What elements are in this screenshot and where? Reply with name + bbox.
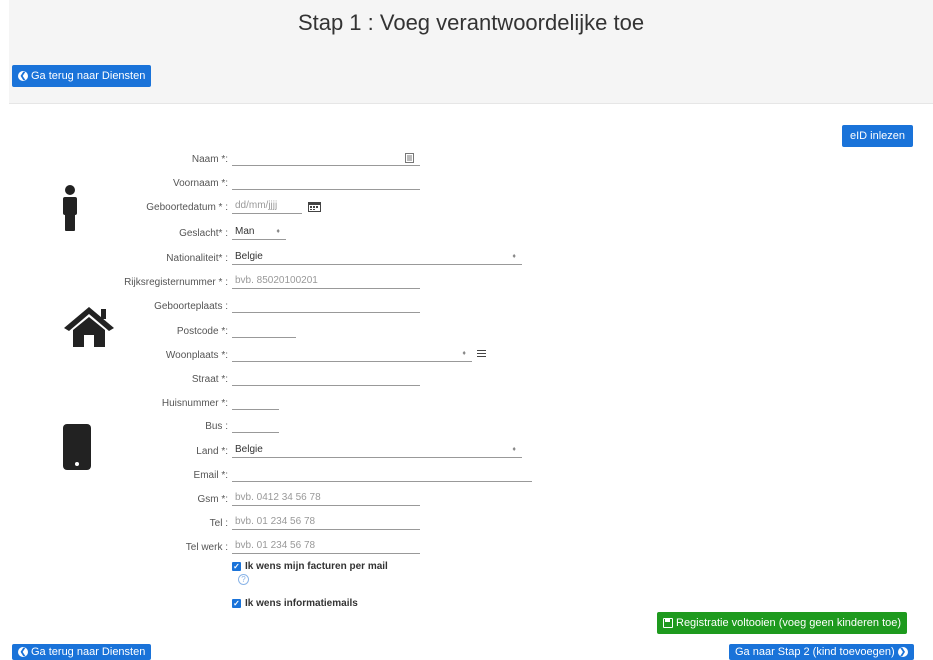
nationaliteit-value: Belgie (235, 251, 263, 262)
postcode-label: Postcode *: (176, 326, 228, 337)
eid-button-label: eID inlezen (850, 130, 906, 142)
straat-input[interactable] (232, 370, 420, 386)
back-button-label-bottom: Ga terug naar Diensten (31, 646, 146, 658)
informatie-checkbox-label: Ik wens informatiemails (245, 598, 358, 609)
straat-label: Straat *: (191, 374, 228, 385)
facturen-checkbox-label: Ik wens mijn facturen per mail (245, 561, 388, 572)
email-label: Email *: (193, 470, 228, 481)
back-button-label: Ga terug naar Diensten (31, 70, 146, 82)
select-arrows-icon: ♦ (512, 253, 516, 260)
facturen-checkbox-row[interactable]: ✓ Ik wens mijn facturen per mail (232, 561, 388, 572)
question-circle-icon[interactable]: ? (238, 574, 249, 585)
land-value: Belgie (235, 444, 263, 455)
eid-read-button[interactable]: eID inlezen (842, 125, 914, 147)
facturen-checkbox[interactable]: ✓ (232, 562, 241, 571)
huisnummer-label: Huisnummer *: (161, 398, 228, 409)
nationaliteit-select[interactable]: Belgie ♦ (232, 249, 522, 265)
gsm-input[interactable]: bvb. 0412 34 56 78 (232, 490, 420, 506)
naam-input[interactable] (232, 150, 420, 166)
tel-placeholder: bvb. 01 234 56 78 (235, 516, 316, 527)
woonplaats-label: Woonplaats *: (165, 350, 228, 361)
geboorteplaats-label: Geboorteplaats : (154, 301, 228, 312)
next-button-label: Ga naar Stap 2 (kind toevoegen) (735, 646, 895, 658)
telwerk-placeholder: bvb. 01 234 56 78 (235, 540, 316, 551)
geslacht-value: Man (235, 226, 255, 237)
arrow-circle-right-icon: ❯ (897, 647, 908, 657)
mobile-phone-icon (63, 424, 91, 470)
next-step-button[interactable]: Ga naar Stap 2 (kind toevoegen) ❯ (729, 644, 914, 660)
select-arrows-icon: ♦ (512, 446, 516, 453)
tel-label: Tel : (209, 518, 228, 529)
naam-label: Naam *: (191, 154, 228, 165)
list-icon[interactable] (477, 350, 486, 357)
woonplaats-select[interactable]: ♦ (232, 346, 472, 362)
telwerk-label: Tel werk : (185, 542, 228, 553)
select-arrows-icon: ♦ (276, 228, 280, 235)
tel-input[interactable]: bvb. 01 234 56 78 (232, 514, 420, 530)
informatie-checkbox[interactable]: ✓ (232, 599, 241, 608)
geslacht-label: Geslacht* : (179, 228, 228, 239)
save-icon (663, 618, 673, 628)
finish-registration-button[interactable]: Registratie voltooien (voeg geen kindere… (657, 612, 908, 634)
huisnummer-input[interactable] (232, 394, 279, 410)
geboortedatum-label: Geboortedatum * : (146, 202, 228, 213)
arrow-circle-left-icon: ❮ (18, 71, 28, 81)
header-panel: Stap 1 : Voeg verantwoordelijke toe (9, 0, 933, 104)
home-icon (64, 307, 114, 347)
gsm-placeholder: bvb. 0412 34 56 78 (235, 492, 321, 503)
geslacht-select[interactable]: Man ♦ (232, 224, 286, 240)
arrow-circle-left-icon: ❮ (18, 647, 28, 657)
rijksregister-label: Rijksregisternummer * : (124, 277, 228, 288)
telwerk-input[interactable]: bvb. 01 234 56 78 (232, 538, 420, 554)
bus-label: Bus : (205, 421, 228, 432)
informatie-checkbox-row[interactable]: ✓ Ik wens informatiemails (232, 598, 358, 609)
voornaam-input[interactable] (232, 174, 420, 190)
select-arrows-icon: ♦ (462, 350, 466, 357)
bus-input[interactable] (232, 417, 279, 433)
calendar-icon[interactable] (308, 201, 321, 212)
gsm-label: Gsm *: (197, 494, 228, 505)
nationaliteit-label: Nationaliteit* : (166, 253, 228, 264)
land-label: Land *: (196, 446, 228, 457)
person-icon (63, 185, 77, 231)
land-select[interactable]: Belgie ♦ (232, 442, 522, 458)
voornaam-label: Voornaam *: (172, 178, 228, 189)
geboortedatum-input[interactable]: dd/mm/jjjj (232, 198, 302, 214)
rijksregister-input[interactable]: bvb. 85020100201 (232, 273, 420, 289)
postcode-input[interactable] (232, 322, 296, 338)
geboorteplaats-input[interactable] (232, 297, 420, 313)
back-to-services-button-top[interactable]: ❮ Ga terug naar Diensten (12, 65, 152, 87)
geboortedatum-placeholder: dd/mm/jjjj (235, 200, 278, 211)
rijksregister-placeholder: bvb. 85020100201 (235, 275, 318, 286)
page-title: Stap 1 : Voeg verantwoordelijke toe (297, 10, 645, 35)
contact-card-icon (405, 153, 414, 163)
finish-button-label: Registratie voltooien (voeg geen kindere… (676, 617, 902, 629)
back-to-services-button-bottom[interactable]: ❮ Ga terug naar Diensten (12, 644, 152, 660)
email-input[interactable] (232, 466, 532, 482)
